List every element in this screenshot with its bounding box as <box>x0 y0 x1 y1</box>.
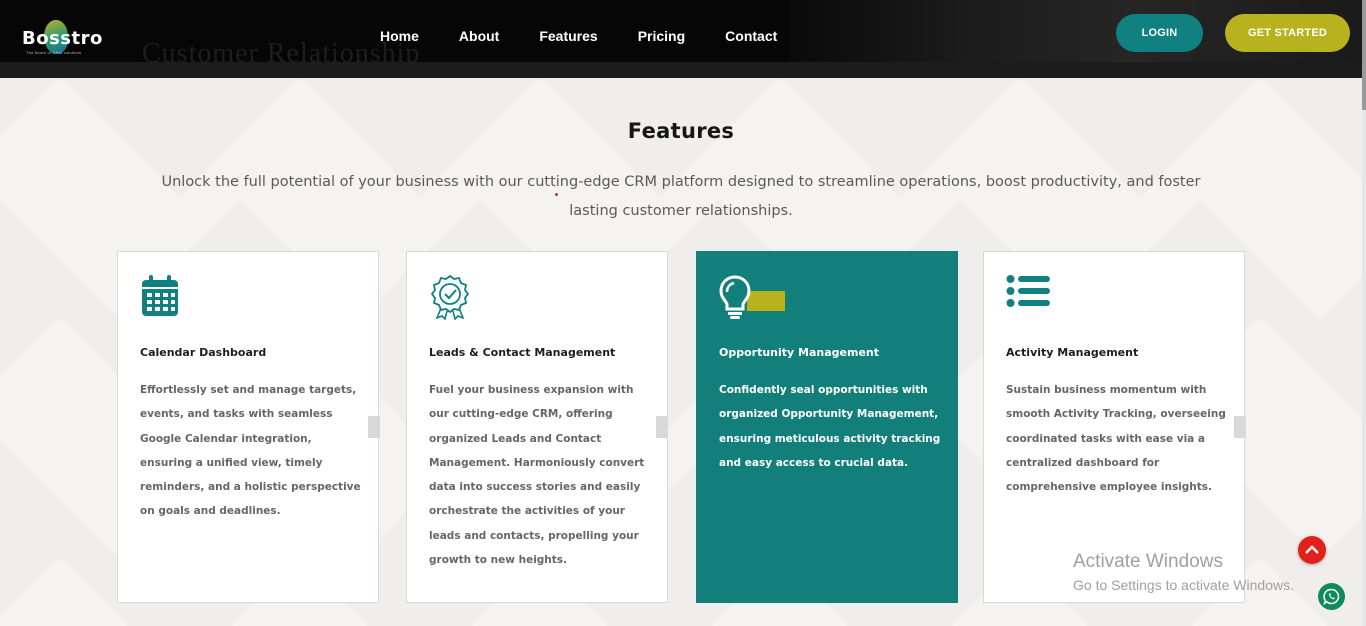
card-text: Confidently seal opportunities with orga… <box>719 384 941 469</box>
logo-text: Bosstro <box>22 28 103 49</box>
card-text: Effortlessly set and manage targets, eve… <box>140 384 361 518</box>
list-icon <box>1006 274 1050 320</box>
nav-about[interactable]: About <box>459 28 499 44</box>
scroll-to-top-button[interactable] <box>1298 536 1326 564</box>
whatsapp-button[interactable] <box>1318 583 1345 610</box>
main-nav: Home About Features Pricing Contact <box>380 28 817 44</box>
card-title: Calendar Dashboard <box>140 346 267 359</box>
section-description: Unlock the full potential of your busine… <box>161 174 1201 219</box>
login-button[interactable]: LOGIN <box>1116 14 1203 52</box>
section-title: Features <box>627 119 735 143</box>
feature-card-leads[interactable]: Leads & Contact Management Fuel your bus… <box>406 251 668 603</box>
activate-windows-title: Activate Windows <box>1073 551 1223 572</box>
site-logo[interactable]: Bosstro The future of CRM solutions <box>22 18 102 58</box>
cursor-dot <box>555 193 558 196</box>
header-ghost-text: Customer Relationship <box>142 38 421 69</box>
card-text: Fuel your business expansion with our cu… <box>429 384 645 567</box>
nav-pricing[interactable]: Pricing <box>638 28 685 44</box>
get-started-button[interactable]: GET STARTED <box>1225 14 1350 52</box>
card-title: Activity Management <box>1006 346 1139 359</box>
nav-home[interactable]: Home <box>380 28 419 44</box>
nav-contact[interactable]: Contact <box>725 28 777 44</box>
feature-card-calendar[interactable]: Calendar Dashboard Effortlessly set and … <box>117 251 379 603</box>
site-header: Customer Relationship Bosstro The future… <box>0 0 1362 78</box>
lightbulb-icon <box>719 274 789 320</box>
activate-windows-subtitle: Go to Settings to activate Windows. <box>1073 577 1294 593</box>
card-text: Sustain business momentum with smooth Ac… <box>1006 384 1226 494</box>
calendar-icon <box>140 274 184 320</box>
nav-features[interactable]: Features <box>539 28 597 44</box>
scrollbar-thumb[interactable] <box>1362 0 1366 110</box>
page-scrollbar[interactable] <box>1362 0 1366 626</box>
feature-card-opportunity[interactable]: Opportunity Management Confidently seal … <box>696 251 958 603</box>
card-side-tab <box>1234 416 1246 438</box>
card-side-tab <box>368 416 380 438</box>
card-side-tab <box>656 416 668 438</box>
whatsapp-icon <box>1323 588 1340 605</box>
card-title: Opportunity Management <box>719 346 879 359</box>
logo-tagline: The future of CRM solutions <box>26 50 82 55</box>
award-badge-icon <box>429 274 473 321</box>
card-title: Leads & Contact Management <box>429 346 616 359</box>
chevron-up-icon <box>1305 545 1319 554</box>
